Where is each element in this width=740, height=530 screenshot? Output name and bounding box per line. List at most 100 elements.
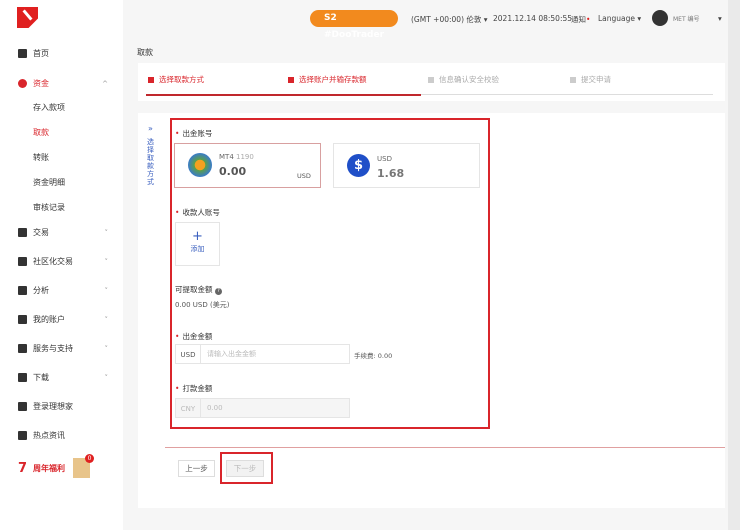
- value: 0.00: [207, 404, 223, 412]
- unread-dot: •: [586, 15, 591, 24]
- notifications-button[interactable]: 通知•: [571, 14, 590, 25]
- id: 1190: [236, 153, 254, 161]
- sidebar-item-download[interactable]: 下载 ˅: [18, 372, 108, 383]
- datetime: 2021.12.14 08:50:55: [493, 14, 573, 23]
- amount-label: • 出金金额: [175, 332, 213, 341]
- label: 首页: [33, 49, 49, 58]
- help-icon[interactable]: ?: [214, 288, 222, 295]
- balance: 1.68: [377, 167, 405, 180]
- next-button[interactable]: 下一步: [226, 460, 264, 477]
- user-name[interactable]: MET 编号: [673, 14, 700, 23]
- currency: USD: [297, 172, 311, 180]
- scrollbar[interactable]: [728, 0, 740, 530]
- progress-track: [421, 94, 713, 95]
- add-payee-button[interactable]: + 添加: [175, 222, 220, 266]
- chevron-down-icon: ˅: [104, 315, 109, 324]
- chevron-down-icon: ˅: [104, 286, 109, 295]
- label: 登录理想家: [33, 402, 73, 411]
- mt4-icon: [188, 153, 212, 177]
- gift-icon: [18, 402, 27, 411]
- label: 信息确认安全校验: [439, 75, 499, 84]
- promo-banner[interactable]: S2 #DooTrader: [310, 10, 398, 40]
- account-card-usd[interactable]: $ USD 1.68: [333, 143, 480, 188]
- sidebar-item-funds[interactable]: 资金 ^: [18, 78, 108, 89]
- currency: USD: [176, 345, 201, 363]
- step-flag-icon: [570, 76, 576, 83]
- step-flag-icon: [428, 76, 434, 83]
- community-icon: [18, 257, 27, 266]
- sidebar-item-account[interactable]: 我的账户 ˅: [18, 314, 108, 325]
- timezone-select[interactable]: (GMT +00:00) 伦敦 ▾: [411, 14, 488, 25]
- gift-box-icon: 0: [73, 454, 95, 478]
- divider: [165, 447, 725, 448]
- news-icon: [18, 431, 27, 440]
- step-3: 信息确认安全校验: [428, 74, 499, 85]
- label: 我的账户: [33, 315, 65, 324]
- fee: 手续费: 0.00: [354, 352, 393, 360]
- step-4: 提交申请: [570, 74, 611, 85]
- label: 出金金额: [182, 332, 213, 341]
- currency: CNY: [176, 399, 201, 417]
- chevron-down-icon: ˅: [104, 257, 109, 266]
- chevron-down-icon: ˅: [104, 228, 109, 237]
- folder-icon: [18, 315, 27, 324]
- sidebar-item-home[interactable]: 首页: [18, 48, 108, 59]
- label: 收款人账号: [182, 208, 220, 217]
- account-type: USD: [377, 155, 392, 163]
- sidebar-item-anniversary[interactable]: 7 周年福利 0: [18, 454, 108, 478]
- sidebar-sub-deposit[interactable]: 存入款项: [33, 102, 65, 113]
- avatar[interactable]: [652, 10, 668, 26]
- prev-button[interactable]: 上一步: [178, 460, 215, 477]
- step-flag-icon: [288, 76, 294, 83]
- sidebar: 首页 资金 ^ 存入款项 取款 转账 资金明细 审核记录 交易 ˅ 社区化交易 ˅ 分…: [0, 0, 123, 530]
- card-icon: [18, 228, 27, 237]
- sidebar-sub-transfer[interactable]: 转账: [33, 152, 49, 163]
- label: 分析: [33, 286, 49, 295]
- chevron-down-icon: ˅: [104, 344, 109, 353]
- sidebar-item-community[interactable]: 社区化交易 ˅: [18, 256, 108, 267]
- collapse-icon[interactable]: »: [148, 124, 153, 133]
- download-icon: [18, 373, 27, 382]
- type: MT4: [219, 153, 234, 161]
- dollar-icon: $: [347, 154, 370, 177]
- step-2: 选择账户并输存款额: [288, 74, 367, 85]
- label: 提交申请: [581, 75, 611, 84]
- step-flag-icon: [148, 76, 154, 83]
- label: 周年福利: [33, 463, 66, 473]
- sidebar-item-news[interactable]: 热点资讯: [18, 430, 108, 441]
- chart-icon: [18, 286, 27, 295]
- seven-icon: 7: [18, 460, 28, 476]
- language-select[interactable]: Language ▾: [598, 14, 641, 23]
- chevron-up-icon: ^: [102, 79, 108, 88]
- available-value: 0.00 USD (美元): [175, 301, 230, 309]
- label: 可提取金额: [175, 285, 213, 294]
- account-card-mt4[interactable]: MT4 1190 0.00 USD: [174, 143, 321, 188]
- label: 出金账号: [182, 129, 213, 138]
- label: 下载: [33, 373, 49, 382]
- badge: 0: [85, 454, 95, 463]
- chevron-down-icon: ˅: [104, 373, 109, 382]
- label: 选择账户并输存款额: [299, 75, 367, 84]
- home-icon: [18, 49, 27, 58]
- progress-done: [146, 94, 421, 96]
- sidebar-item-analysis[interactable]: 分析 ˅: [18, 285, 108, 296]
- logo[interactable]: [17, 7, 38, 28]
- payout-input: CNY 0.00: [175, 398, 350, 418]
- amount-input[interactable]: USD 请输入出金金额: [175, 344, 350, 364]
- user-menu-chevron-icon[interactable]: ▾: [718, 14, 722, 23]
- sidebar-item-login[interactable]: 登录理想家: [18, 401, 108, 412]
- label: 打款金额: [182, 384, 213, 393]
- step-1: 选择取款方式: [148, 74, 204, 85]
- sidebar-sub-details[interactable]: 资金明细: [33, 177, 65, 188]
- label: 热点资讯: [33, 431, 65, 440]
- label: 社区化交易: [33, 257, 73, 266]
- label: 服务与支持: [33, 344, 73, 353]
- sidebar-item-trade[interactable]: 交易 ˅: [18, 227, 108, 238]
- plus-icon: +: [192, 229, 203, 244]
- placeholder: 请输入出金金额: [207, 350, 256, 358]
- sidebar-item-support[interactable]: 服务与支持 ˅: [18, 343, 108, 354]
- sidebar-sub-audit[interactable]: 审核记录: [33, 202, 65, 213]
- available-label: 可提取金额 ?: [175, 284, 222, 295]
- sidebar-sub-withdraw[interactable]: 取款: [33, 127, 49, 138]
- side-tab[interactable]: 选择取款方式: [147, 138, 156, 186]
